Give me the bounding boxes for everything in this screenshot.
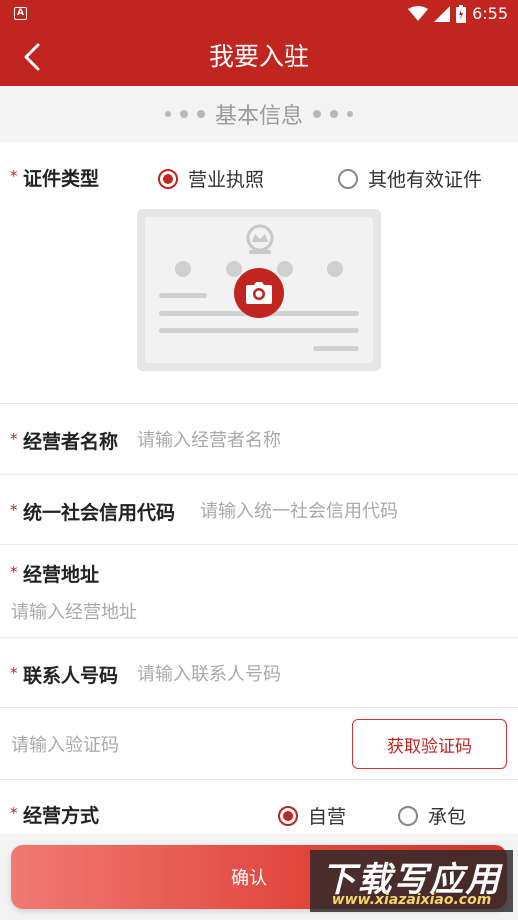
- verify-code-input[interactable]: [11, 729, 331, 761]
- signal-icon: [434, 6, 451, 22]
- business-mode-row: * 经营方式 自营 承包: [0, 780, 518, 834]
- license-type-label: 证件类型: [23, 168, 100, 190]
- wifi-icon: [408, 6, 429, 21]
- contact-phone-label: 联系人号码: [23, 665, 119, 687]
- required-mark: *: [10, 664, 18, 682]
- operator-name-input[interactable]: [137, 424, 497, 456]
- credit-code-label: 统一社会信用代码: [23, 502, 176, 524]
- camera-upload-button[interactable]: [234, 268, 284, 318]
- required-mark: *: [10, 804, 18, 822]
- section-header: 基本信息: [0, 86, 518, 142]
- address-row: * 经营地址: [0, 545, 518, 638]
- radio-business-license[interactable]: 营业执照: [158, 165, 264, 192]
- radio-checked-icon: [158, 168, 178, 189]
- operator-name-label: 经营者名称: [23, 431, 119, 453]
- radio-unchecked-icon: [398, 805, 418, 826]
- address-label: 经营地址: [23, 564, 100, 586]
- camera-icon: [246, 282, 272, 304]
- watermark-url: www.xiazaixiao.com: [331, 892, 492, 908]
- section-title: 基本信息: [214, 104, 303, 129]
- radio-contracted[interactable]: 承包: [398, 802, 466, 829]
- page-title: 我要入驻: [208, 42, 309, 71]
- confirm-label: 确认: [231, 868, 267, 889]
- right-dots-decoration: [313, 110, 353, 118]
- radio-self-operated[interactable]: 自营: [278, 802, 346, 829]
- credit-code-input[interactable]: [200, 495, 505, 527]
- operator-name-row: * 经营者名称: [0, 404, 518, 475]
- status-time: 6:55: [472, 4, 508, 23]
- left-dots-decoration: [164, 110, 205, 118]
- battery-icon: [456, 5, 467, 23]
- radio-checked-icon: [278, 805, 298, 826]
- radio-other-license[interactable]: 其他有效证件: [338, 165, 482, 192]
- contact-phone-row: * 联系人号码: [0, 638, 518, 708]
- required-mark: *: [10, 501, 18, 519]
- contact-phone-input[interactable]: [137, 658, 497, 690]
- app-bar: 我要入驻: [0, 28, 518, 86]
- status-icons: 6:55: [408, 4, 508, 24]
- required-mark: *: [10, 563, 18, 581]
- credit-code-row: * 统一社会信用代码: [0, 475, 518, 545]
- required-mark: *: [10, 430, 18, 448]
- radio-unchecked-icon: [338, 168, 358, 189]
- required-mark: *: [10, 167, 18, 185]
- business-mode-label: 经营方式: [23, 805, 100, 827]
- address-input[interactable]: [11, 596, 501, 628]
- watermark: 下载写应用 www.xiazaixiao.com: [310, 850, 513, 912]
- status-bar: A 6:55: [0, 0, 518, 28]
- a-notification-icon: A: [14, 7, 27, 20]
- get-verify-code-button[interactable]: 获取验证码: [352, 719, 507, 769]
